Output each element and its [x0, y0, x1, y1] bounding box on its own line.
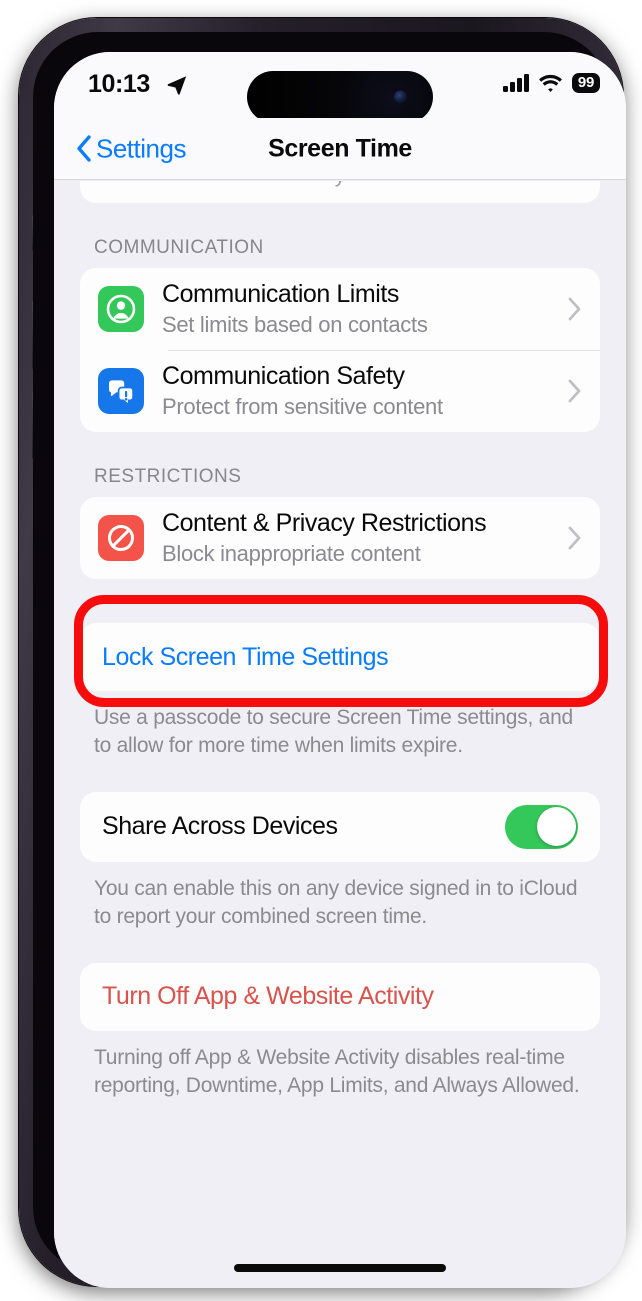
chevron-right-icon: [568, 379, 581, 403]
status-indicators: 99: [503, 70, 600, 96]
chevron-left-icon: [77, 135, 91, 162]
person-in-circle-icon: [98, 286, 144, 332]
row-text-block: Communication Limits Set limits based on…: [162, 280, 558, 337]
lock-settings-label: Lock Screen Time Settings: [102, 642, 389, 671]
row-text-block: Communication Safety Protect from sensit…: [162, 362, 558, 419]
chevron-right-icon: [568, 526, 581, 550]
navigation-bar: Settings Screen Time: [54, 118, 626, 180]
status-time: 10:13: [88, 70, 150, 98]
share-across-devices-card: Share Across Devices: [80, 791, 600, 862]
communication-card: Communication Limits Set limits based on…: [80, 268, 600, 432]
no-entry-glyph: [108, 525, 134, 551]
phone-screen: 10:13 99 Settings Screen Time COMMUNICAT…: [54, 52, 626, 1288]
iphone-device-frame: 10:13 99 Settings Screen Time COMMUNICAT…: [19, 18, 626, 1288]
lock-settings-card: Lock Screen Time Settings: [80, 623, 600, 691]
page-title: Screen Time: [268, 134, 412, 162]
row-title: Content & Privacy Restrictions: [162, 509, 487, 538]
row-title: Communication Limits: [162, 280, 399, 309]
battery-level-badge: 99: [571, 73, 600, 93]
row-share-across-devices[interactable]: Share Across Devices: [80, 792, 600, 862]
speech-bubbles-alert-icon: [98, 368, 144, 414]
share-across-devices-footer: You can enable this on any device signed…: [94, 876, 578, 928]
back-to-settings-button[interactable]: Settings: [76, 133, 186, 164]
chevron-right-icon: [568, 297, 581, 321]
speech-bubbles-alert-glyph: [109, 380, 134, 405]
settings-scroll-view[interactable]: y COMMUNICATION Communication Limits: [54, 181, 626, 1288]
no-entry-icon: [98, 515, 144, 561]
section-header-communication: COMMUNICATION: [94, 237, 264, 258]
wifi-icon: [539, 74, 562, 92]
row-text-block: Content & Privacy Restrictions Block ina…: [162, 509, 558, 566]
restrictions-card: Content & Privacy Restrictions Block ina…: [80, 497, 600, 579]
row-subtitle: Protect from sensitive content: [162, 394, 443, 420]
row-content-privacy-restrictions[interactable]: Content & Privacy Restrictions Block ina…: [80, 497, 600, 579]
row-subtitle: Block inappropriate content: [162, 541, 421, 567]
share-across-devices-toggle[interactable]: [505, 804, 578, 849]
cellular-bars-icon: [503, 74, 529, 92]
row-communication-limits[interactable]: Communication Limits Set limits based on…: [80, 268, 600, 350]
section-header-restrictions: RESTRICTIONS: [94, 466, 242, 487]
row-communication-safety[interactable]: Communication Safety Protect from sensit…: [80, 350, 600, 432]
clipped-text: y: [335, 181, 346, 188]
home-indicator-bar[interactable]: [234, 1264, 446, 1272]
lock-settings-footer: Use a passcode to secure Screen Time set…: [94, 706, 573, 757]
row-title: Communication Safety: [162, 362, 405, 391]
back-button-label: Settings: [96, 133, 186, 163]
front-camera-icon: [394, 90, 407, 104]
turn-off-activity-label: Turn Off App & Website Activity: [102, 982, 434, 1011]
row-subtitle: Set limits based on contacts: [162, 312, 428, 338]
location-arrow-icon: [167, 76, 187, 95]
partial-card-above: y: [80, 181, 600, 203]
status-bar: 10:13 99: [54, 52, 626, 123]
row-turn-off-app-website-activity[interactable]: Turn Off App & Website Activity: [80, 963, 600, 1031]
dynamic-island: [247, 71, 433, 123]
row-lock-screen-time-settings[interactable]: Lock Screen Time Settings: [80, 623, 600, 691]
person-in-circle-glyph: [106, 294, 136, 324]
turn-off-activity-card: Turn Off App & Website Activity: [80, 962, 600, 1031]
share-across-devices-label: Share Across Devices: [102, 812, 338, 841]
toggle-knob: [536, 807, 576, 847]
turn-off-activity-footer: Turning off App & Website Activity disab…: [94, 1045, 580, 1097]
